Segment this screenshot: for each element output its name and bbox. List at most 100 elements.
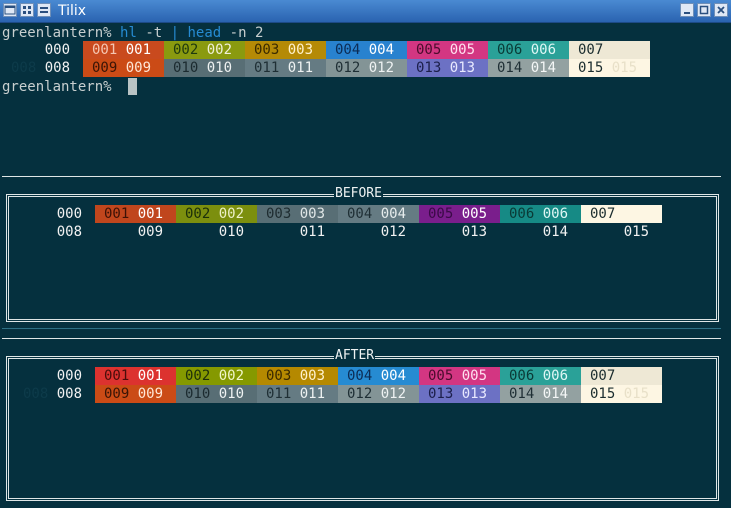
color-swatch: 005 005 (407, 41, 488, 59)
text-cursor (128, 78, 137, 95)
swatch-label: 002 (185, 206, 211, 222)
color-swatch: 015 015 (569, 59, 650, 77)
swatch-label: 003 (266, 368, 292, 384)
swatch-label: 004 (380, 206, 407, 222)
maximize-button[interactable] (697, 3, 711, 17)
swatch-label: 012 (347, 224, 372, 240)
swatch-label: 013 (428, 224, 453, 240)
swatch-label: 015 (623, 224, 650, 240)
swatch-label: 007 (624, 206, 649, 222)
swatch-label: 007 (590, 206, 616, 222)
swatch-label: 000 (56, 368, 83, 384)
swatch-label: 003 (299, 206, 326, 222)
window-menu-icon[interactable] (37, 3, 51, 17)
swatch-label: 006 (509, 368, 535, 384)
swatch-label: 014 (530, 60, 557, 76)
swatch-label: 012 (347, 386, 373, 402)
window-title: Tilix (58, 3, 87, 19)
swatch-label: 004 (347, 368, 373, 384)
color-swatch: 007 007 (581, 205, 662, 223)
color-swatch: 009 009 (83, 59, 164, 77)
swatch-label: 000 (56, 206, 83, 222)
swatch-label: 012 (380, 386, 407, 402)
swatch-label: 011 (299, 386, 326, 402)
swatch-label: 008 (23, 224, 48, 240)
swatch-label: 008 (11, 60, 37, 76)
swatch-label: 011 (287, 60, 314, 76)
session-grid-icon[interactable] (20, 3, 34, 17)
command-args: -n 2 (229, 25, 264, 41)
swatch-label: 006 (542, 206, 569, 222)
color-swatch: 014 014 (500, 223, 581, 241)
color-swatch: 003 003 (257, 367, 338, 385)
color-swatch: 006 006 (500, 205, 581, 223)
swatch-label: 002 (218, 368, 245, 384)
minimize-button[interactable] (680, 3, 694, 17)
prompt-symbol: % (103, 25, 112, 41)
swatch-label: 009 (137, 224, 164, 240)
divider-line (2, 338, 721, 339)
color-swatch: 000 000 (14, 205, 95, 223)
color-swatch: 007 007 (569, 41, 650, 59)
title-bar[interactable]: Tilix (0, 0, 731, 23)
color-swatch: 013 013 (419, 223, 500, 241)
swatch-label: 015 (623, 386, 650, 402)
color-swatch: 011 011 (257, 223, 338, 241)
color-swatch: 008 008 (2, 59, 83, 77)
color-swatch: 012 012 (326, 59, 407, 77)
color-swatch: 010 010 (164, 59, 245, 77)
color-swatch: 002 002 (164, 41, 245, 59)
color-swatch: 015 015 (581, 385, 662, 403)
swatch-label: 009 (104, 386, 130, 402)
command-name: hl (120, 25, 137, 41)
swatch-label: 012 (335, 60, 361, 76)
color-swatch: 000 000 (14, 367, 95, 385)
swatch-label: 010 (218, 386, 245, 402)
swatch-label: 011 (266, 386, 292, 402)
swatch-label: 007 (612, 42, 637, 58)
color-swatch: 009 009 (95, 385, 176, 403)
swatch-label: 004 (368, 42, 395, 58)
swatch-label: 006 (509, 206, 535, 222)
color-swatch: 007 007 (581, 367, 662, 385)
pipe-symbol: | (170, 25, 180, 41)
swatch-label: 007 (590, 368, 616, 384)
swatch-label: 010 (185, 224, 210, 240)
command-flag: -t (145, 25, 163, 41)
swatch-label: 013 (461, 386, 488, 402)
swatch-label: 014 (542, 224, 569, 240)
swatch-label: 013 (428, 386, 454, 402)
command-line: greenlantern% hl -t | head -n 2 (2, 24, 263, 42)
swatch-label: 007 (578, 42, 604, 58)
swatch-label: 002 (185, 368, 211, 384)
color-swatch: 014 014 (488, 59, 569, 77)
swatch-label: 010 (206, 60, 233, 76)
color-swatch: 010 010 (176, 223, 257, 241)
swatch-label: 013 (449, 60, 476, 76)
swatch-label: 010 (218, 224, 245, 240)
swatch-label: 009 (92, 60, 118, 76)
color-swatch: 014 014 (500, 385, 581, 403)
divider-line-dim (2, 328, 721, 329)
color-swatch: 012 012 (338, 385, 419, 403)
swatch-label: 000 (44, 42, 71, 58)
swatch-label: 002 (218, 206, 245, 222)
color-swatch: 001 001 (95, 205, 176, 223)
swatch-label: 007 (624, 368, 649, 384)
swatch-label: 000 (23, 368, 48, 384)
swatch-label: 002 (206, 42, 233, 58)
swatch-label: 014 (542, 386, 569, 402)
color-swatch: 010 010 (176, 385, 257, 403)
color-swatch: 004 004 (326, 41, 407, 59)
color-swatch: 003 003 (245, 41, 326, 59)
color-swatch: 013 013 (407, 59, 488, 77)
color-swatch: 009 009 (95, 223, 176, 241)
close-button[interactable] (714, 3, 728, 17)
prompt-line: greenlantern% (2, 78, 120, 96)
swatch-label: 005 (449, 42, 476, 58)
swatch-label: 012 (380, 224, 407, 240)
terminal-pane[interactable]: greenlantern% hl -t | head -n 2 000 0000… (0, 23, 731, 508)
color-swatch: 015 015 (581, 223, 662, 241)
swatch-label: 000 (11, 42, 36, 58)
app-menu-icon[interactable] (3, 3, 17, 17)
